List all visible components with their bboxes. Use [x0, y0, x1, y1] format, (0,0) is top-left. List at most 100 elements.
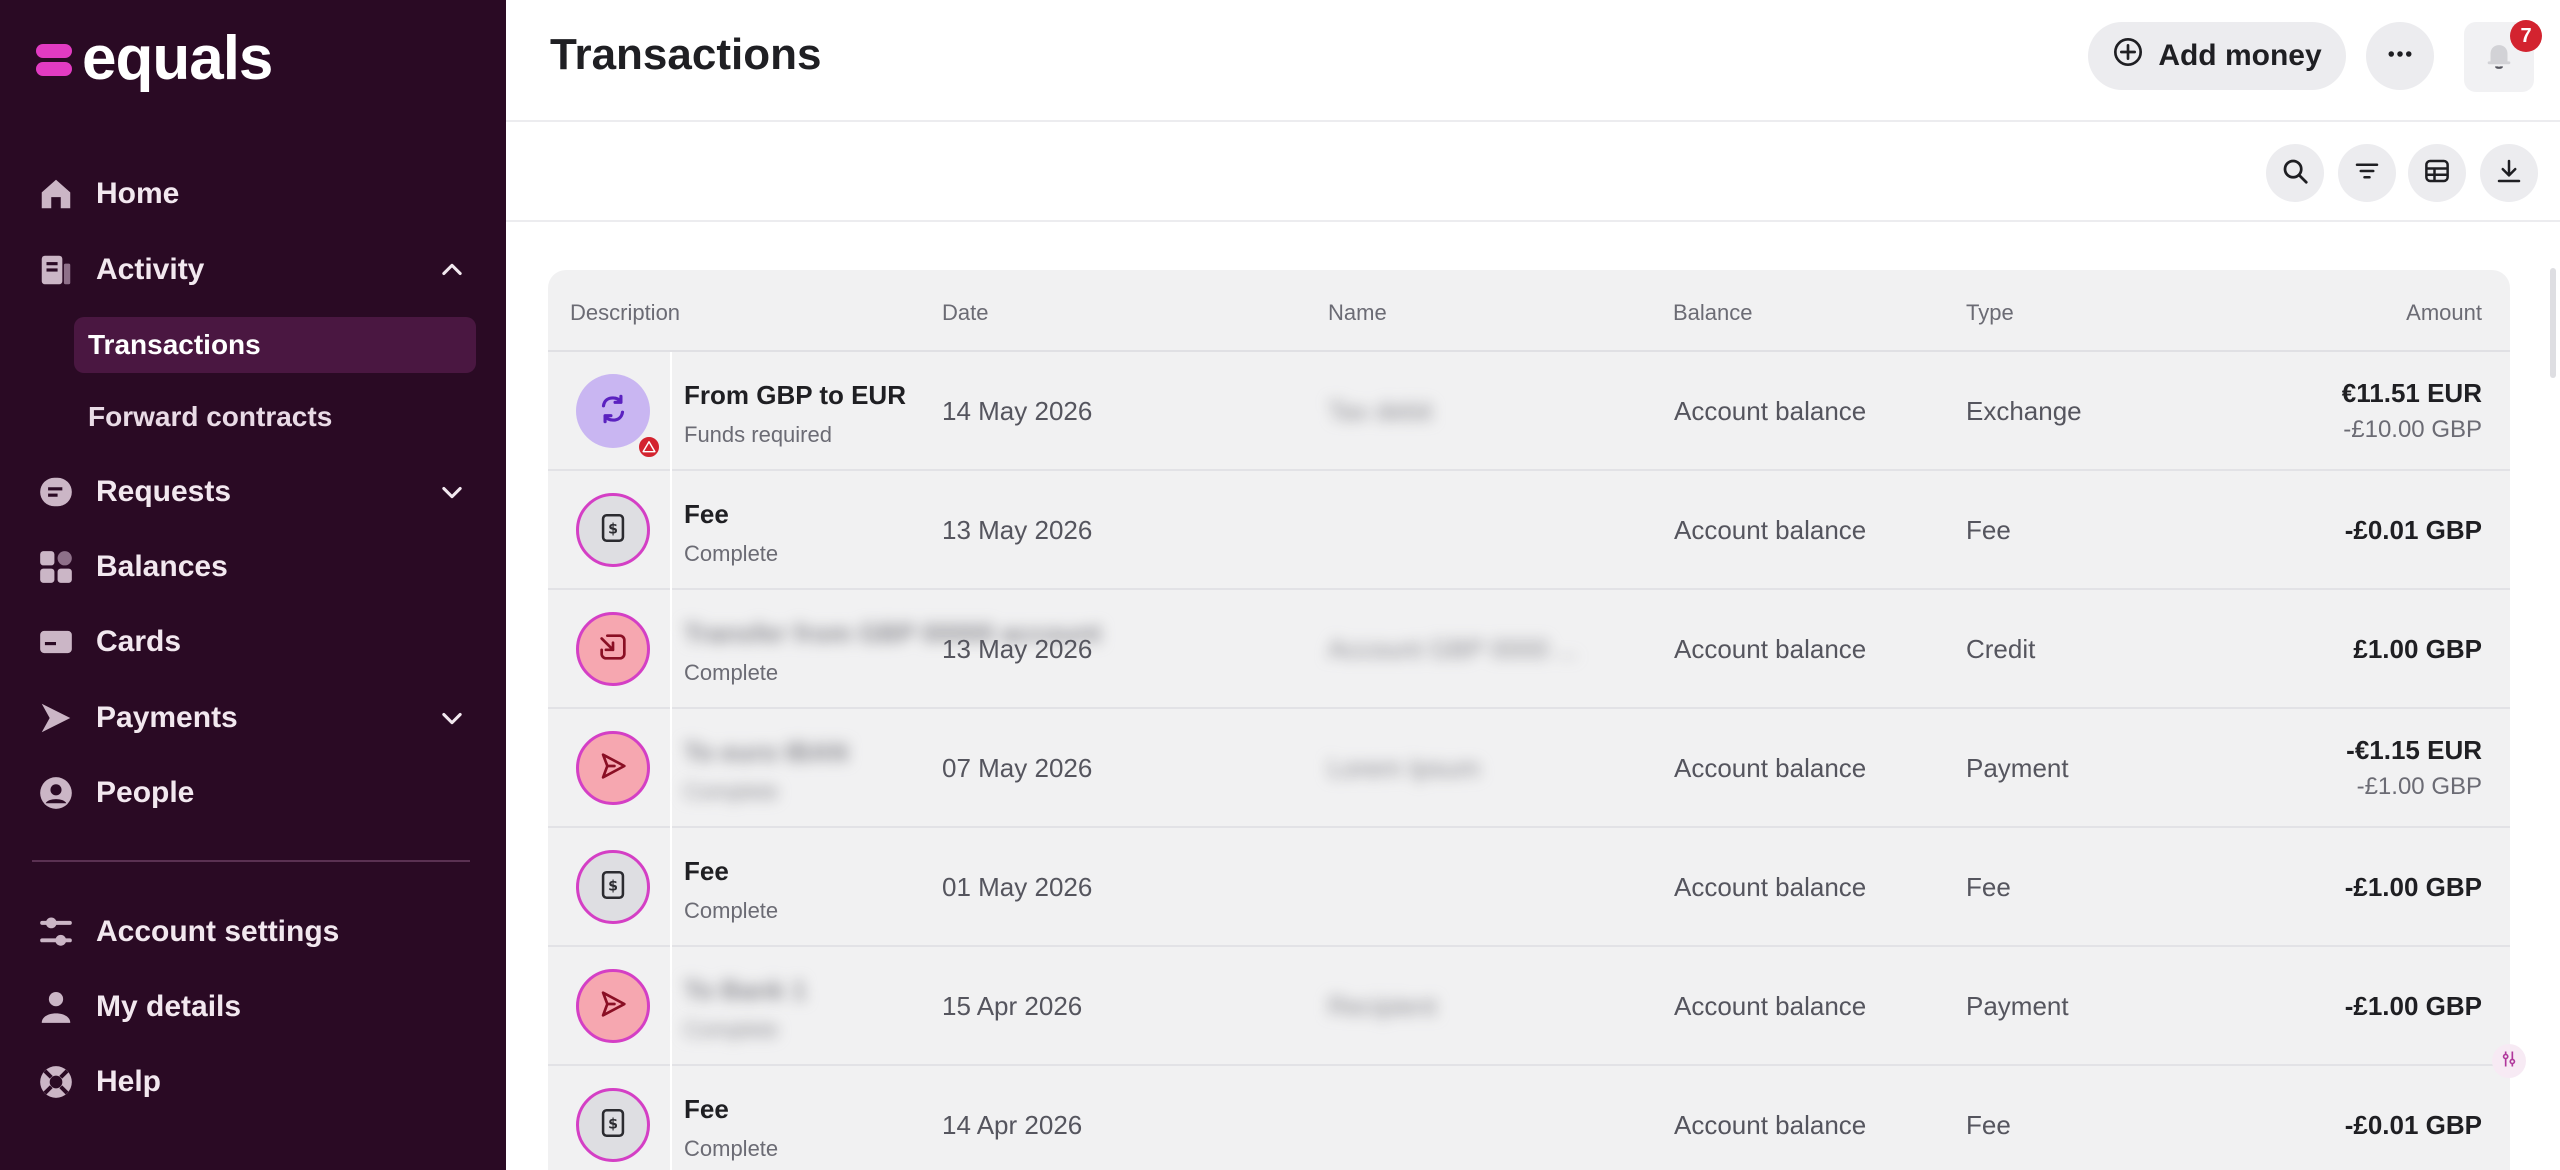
transaction-date: 01 May 2026 [942, 872, 1093, 902]
sidebar-item-activity[interactable]: Activity [36, 242, 466, 298]
download-button[interactable] [2480, 144, 2538, 202]
activity-icon [36, 250, 76, 290]
column-header-description[interactable]: Description [570, 300, 680, 326]
sidebar-item-requests[interactable]: Requests [36, 464, 466, 520]
sidebar-item-label: Payments [96, 701, 238, 734]
sidebar-item-help[interactable]: Help [36, 1054, 466, 1110]
svg-text:$: $ [608, 521, 618, 537]
column-header-date[interactable]: Date [942, 300, 988, 326]
search-icon [2280, 156, 2310, 191]
columns-button[interactable] [2408, 144, 2466, 202]
sidebar-item-people[interactable]: People [36, 765, 466, 821]
sidebar-item-label: Home [96, 177, 180, 210]
transaction-status: Complete [684, 1017, 779, 1042]
column-header-balance[interactable]: Balance [1673, 300, 1753, 326]
transaction-amount-secondary: -£1.00 GBP [2356, 773, 2482, 800]
balances-icon [36, 547, 76, 587]
sidebar-item-balances[interactable]: Balances [36, 539, 466, 595]
transaction-amount: -£1.00 GBP [2344, 991, 2482, 1021]
transaction-amount: -£0.01 GBP [2344, 515, 2482, 545]
transaction-description: Fee [684, 856, 729, 886]
filter-icon [2352, 156, 2382, 191]
credit-avatar [576, 612, 650, 686]
transaction-date: 14 May 2026 [942, 396, 1093, 426]
add-money-button[interactable]: Add money [2088, 22, 2346, 90]
table-row[interactable]: To Bank 1 Complete 15 Apr 2026 Recipient… [548, 947, 2510, 1066]
transaction-type: Fee [1966, 515, 2011, 545]
chevron-down-icon[interactable] [438, 478, 466, 506]
sidebar-item-home[interactable]: Home [36, 166, 466, 222]
filter-button[interactable] [2338, 144, 2396, 202]
transactions-table: Description Date Name Balance Type Amoun… [548, 270, 2510, 1170]
transaction-amount: £1.00 GBP [2353, 634, 2482, 664]
send-icon [596, 749, 630, 788]
more-options-button[interactable] [2366, 22, 2434, 90]
table-row[interactable]: From GBP to EUR Funds required 14 May 20… [548, 352, 2510, 471]
sidebar-item-label: Activity [96, 253, 205, 286]
table-icon [2422, 156, 2452, 191]
transaction-amount: -€1.15 EUR [2346, 735, 2482, 765]
transaction-name: Lorem Ipsum [1328, 753, 1480, 783]
row-separator [670, 709, 672, 828]
transaction-amount: -£1.00 GBP [2344, 872, 2482, 902]
column-header-amount[interactable]: Amount [2406, 300, 2482, 326]
table-row[interactable]: $ Fee Complete 13 May 2026 Account balan… [548, 471, 2510, 590]
table-header: Description Date Name Balance Type Amoun… [548, 270, 2510, 352]
notification-badge: 7 [2510, 20, 2542, 52]
floating-tool-button[interactable] [2492, 1044, 2526, 1078]
transaction-name: Tax debit [1328, 396, 1433, 426]
people-icon [36, 773, 76, 813]
payment-avatar [576, 969, 650, 1043]
svg-text:$: $ [608, 878, 618, 894]
transaction-description: To euro IBAN [684, 737, 849, 767]
sidebar-subitem-forward-contracts[interactable]: Forward contracts [74, 389, 476, 445]
transaction-status: Complete [684, 660, 779, 685]
svg-text:$: $ [608, 1116, 618, 1132]
exchange-avatar [576, 374, 662, 460]
column-header-type[interactable]: Type [1966, 300, 2014, 326]
receipt-icon: $ [596, 1106, 630, 1145]
equals-logo[interactable]: equals [36, 28, 273, 90]
scrollbar[interactable] [2550, 268, 2556, 378]
search-button[interactable] [2266, 144, 2324, 202]
sidebar-item-cards[interactable]: Cards [36, 614, 466, 670]
transaction-type: Fee [1966, 872, 2011, 902]
transaction-description: To Bank 1 [684, 975, 807, 1005]
transaction-type: Credit [1966, 634, 2036, 664]
download-icon [2494, 156, 2524, 191]
column-header-name[interactable]: Name [1328, 300, 1387, 326]
transaction-balance: Account balance [1674, 753, 1867, 783]
sidebar-subitem-transactions[interactable]: Transactions [74, 317, 476, 373]
table-row[interactable]: $ Fee Complete 01 May 2026 Account balan… [548, 828, 2510, 947]
sidebar-item-payments[interactable]: Payments [36, 690, 466, 746]
requests-icon [36, 472, 76, 512]
main-content: Transactions Add money 7 Description Dat… [506, 0, 2560, 1170]
sidebar-item-label: Account settings [96, 915, 340, 948]
transaction-balance: Account balance [1674, 872, 1867, 902]
transaction-balance: Account balance [1674, 634, 1867, 664]
sliders-icon [2499, 1049, 2519, 1074]
transaction-balance: Account balance [1674, 396, 1867, 426]
sidebar-item-label: My details [96, 990, 242, 1023]
transaction-type: Fee [1966, 1110, 2011, 1140]
sidebar-item-label: Balances [96, 550, 228, 583]
sidebar-item-account-settings[interactable]: Account settings [36, 904, 466, 960]
table-row[interactable]: $ Fee Complete 14 Apr 2026 Account balan… [548, 1066, 2510, 1170]
sidebar-item-my-details[interactable]: My details [36, 979, 466, 1035]
page-title: Transactions [550, 30, 822, 79]
receipt-icon: $ [596, 868, 630, 907]
table-row[interactable]: To euro IBAN Complete 07 May 2026 Lorem … [548, 709, 2510, 828]
transaction-type: Payment [1966, 753, 2069, 783]
transaction-description: Fee [684, 499, 729, 529]
add-money-label: Add money [2158, 39, 2322, 72]
row-separator [670, 1066, 672, 1170]
equals-logo-mark [36, 39, 72, 79]
help-icon [36, 1062, 76, 1102]
transaction-description: From GBP to EUR [684, 380, 906, 410]
sidebar-item-label: Help [96, 1065, 162, 1098]
table-row[interactable]: Transfer from GBP 00000 account Complete… [548, 590, 2510, 709]
transaction-status: Complete [684, 779, 779, 804]
chevron-up-icon[interactable] [438, 256, 466, 284]
sidebar-item-label: Requests [96, 475, 232, 508]
chevron-down-icon[interactable] [438, 704, 466, 732]
